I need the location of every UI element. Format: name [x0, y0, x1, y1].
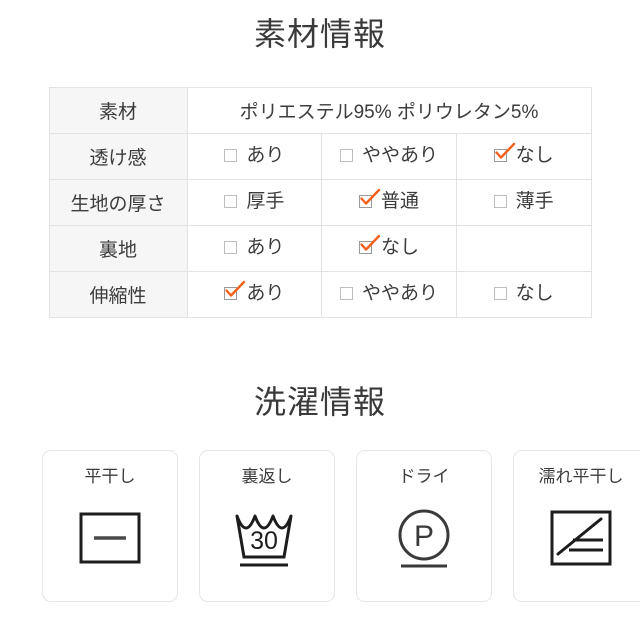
material-table-container: 素材 ポリエステル95% ポリウレタン5% 透け感 あり ややあり なし 生地の…: [48, 87, 592, 318]
checkbox-checked-icon[interactable]: [493, 142, 515, 162]
care-symbol-card-list: 平干し 裏返し 30 ドライ P 濡れ平干し: [0, 450, 640, 602]
washing-section-header: 洗濯情報: [0, 373, 640, 418]
wash-temperature-value: 30: [250, 527, 278, 555]
checkbox-unchecked-icon[interactable]: [493, 286, 507, 300]
table-row: 裏地 あり なし: [48, 225, 592, 272]
option-cell-stretch-2[interactable]: なし: [455, 271, 592, 318]
care-card-flat-dry[interactable]: 平干し: [42, 450, 178, 602]
care-card-label: 裏返し: [241, 467, 293, 486]
care-card-dry-clean[interactable]: ドライ P: [356, 450, 492, 602]
option-cell-stretch-0[interactable]: あり: [186, 271, 323, 318]
checkbox-unchecked-icon[interactable]: [224, 240, 238, 254]
row-label-sheerness: 透け感: [48, 133, 188, 180]
material-spec-table: 素材 ポリエステル95% ポリウレタン5% 透け感 あり ややあり なし 生地の…: [48, 87, 592, 318]
option-label: 普通: [380, 190, 419, 212]
option-cell-sheerness-0[interactable]: あり: [186, 133, 323, 180]
option-label: ややあり: [361, 282, 438, 304]
checkbox-unchecked-icon[interactable]: [493, 194, 507, 208]
option-cell-thickness-2[interactable]: 薄手: [455, 179, 592, 226]
check-mark-icon: [360, 234, 381, 251]
table-row: 透け感 あり ややあり なし: [48, 133, 592, 180]
option-label: あり: [246, 282, 285, 304]
option-cell-thickness-0[interactable]: 厚手: [186, 179, 323, 226]
table-row: 素材 ポリエステル95% ポリウレタン5%: [48, 87, 592, 134]
option-cell-lining-2-empty: [455, 225, 592, 272]
material-composition-value: ポリエステル95% ポリウレタン5%: [186, 87, 592, 134]
option-label: 薄手: [515, 190, 554, 212]
wet-flat-dry-symbol: [542, 499, 620, 577]
care-card-turn-inside-out[interactable]: 裏返し 30: [199, 450, 335, 602]
option-label: 厚手: [246, 190, 285, 212]
dry-clean-p-symbol: P: [385, 499, 463, 577]
row-label-stretch: 伸縮性: [48, 271, 188, 318]
checkbox-checked-icon[interactable]: [358, 234, 381, 254]
dry-clean-solvent-letter: P: [414, 520, 434, 553]
check-mark-icon: [225, 280, 246, 297]
option-cell-lining-1[interactable]: なし: [321, 225, 457, 272]
care-card-label: 濡れ平干し: [538, 467, 624, 486]
flat-dry-symbol: [71, 499, 149, 577]
option-cell-stretch-1[interactable]: ややあり: [321, 271, 457, 318]
check-mark-icon: [360, 188, 381, 205]
option-label: ややあり: [361, 144, 438, 166]
care-card-label: ドライ: [398, 467, 450, 486]
checkbox-unchecked-icon[interactable]: [339, 148, 353, 162]
checkbox-checked-icon[interactable]: [224, 280, 246, 300]
wash-tub-30-symbol: 30: [228, 499, 306, 577]
option-cell-sheerness-2[interactable]: なし: [455, 133, 592, 180]
material-section-header: 素材情報: [0, 0, 640, 50]
material-section-title: 素材情報: [253, 16, 386, 52]
table-row: 伸縮性 あり ややあり なし: [48, 271, 592, 318]
care-card-wet-flat-dry[interactable]: 濡れ平干し: [513, 450, 640, 602]
check-mark-icon: [494, 142, 515, 159]
option-label: なし: [380, 236, 419, 258]
option-label: あり: [246, 144, 285, 166]
checkbox-unchecked-icon[interactable]: [224, 194, 238, 208]
washing-section-title: 洗濯情報: [253, 384, 386, 420]
row-label-lining: 裏地: [48, 225, 188, 272]
option-label: あり: [246, 236, 285, 258]
row-label-material: 素材: [48, 87, 188, 134]
checkbox-unchecked-icon[interactable]: [224, 148, 238, 162]
table-row: 生地の厚さ 厚手 普通 薄手: [48, 179, 592, 226]
row-label-thickness: 生地の厚さ: [48, 179, 188, 226]
option-cell-lining-0[interactable]: あり: [186, 225, 323, 272]
checkbox-unchecked-icon[interactable]: [339, 286, 353, 300]
option-cell-thickness-1[interactable]: 普通: [321, 179, 457, 226]
option-label: なし: [515, 144, 554, 166]
option-cell-sheerness-1[interactable]: ややあり: [321, 133, 457, 180]
checkbox-checked-icon[interactable]: [358, 188, 381, 208]
care-card-label: 平干し: [84, 467, 136, 486]
option-label: なし: [515, 282, 554, 304]
